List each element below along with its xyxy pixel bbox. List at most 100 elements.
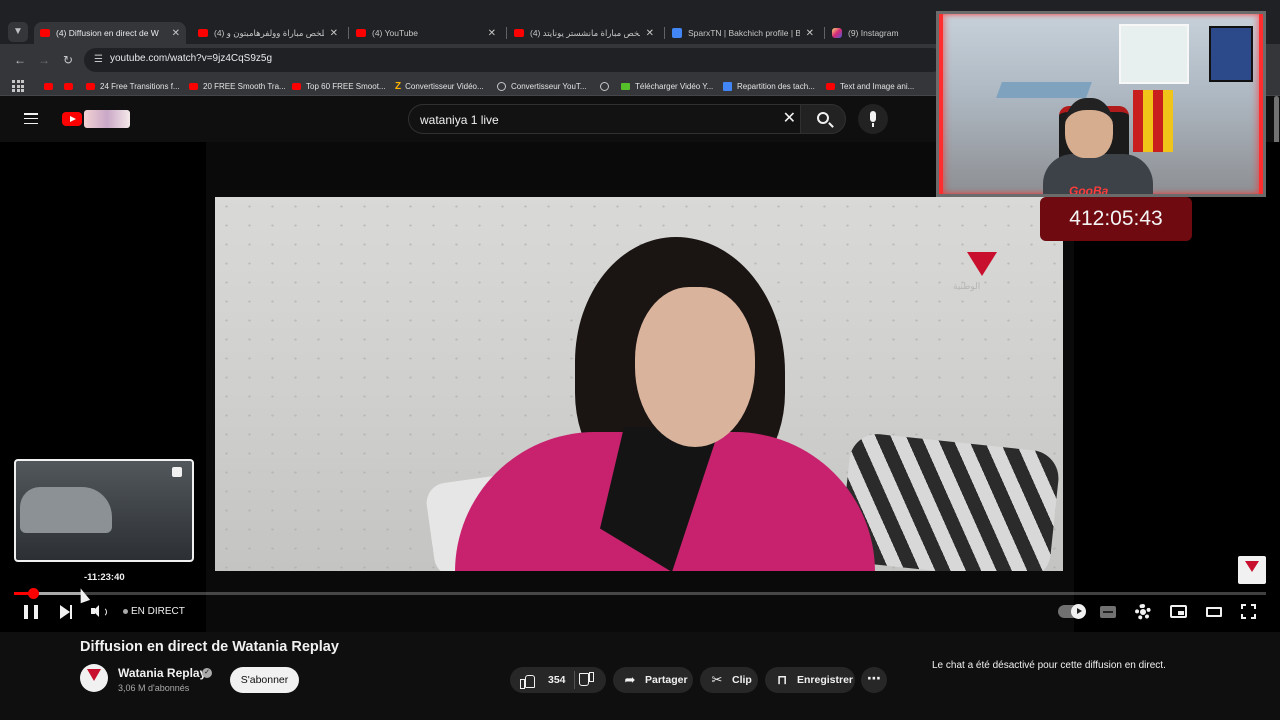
browser-tab-1[interactable]: (4) Diffusion en direct de W ✕ bbox=[34, 22, 186, 44]
youtube-icon bbox=[64, 82, 73, 90]
theater-mode-icon[interactable] bbox=[1206, 607, 1222, 617]
reload-icon[interactable]: ↻ bbox=[60, 52, 76, 68]
forward-arrow-icon[interactable]: → bbox=[36, 52, 52, 68]
channel-name[interactable]: Watania Replay bbox=[118, 666, 206, 680]
chat-disabled-message: Le chat a été désactivé pour cette diffu… bbox=[932, 660, 1166, 671]
close-icon[interactable]: ✕ bbox=[330, 28, 338, 39]
bookmark-item[interactable]: Convertisseur YouT... bbox=[497, 79, 587, 93]
browser-tab-6[interactable]: (9) Instagram bbox=[826, 22, 934, 44]
fullscreen-icon[interactable] bbox=[1241, 604, 1256, 619]
webcam-streamer-face bbox=[1065, 98, 1113, 158]
apps-grid-icon[interactable] bbox=[12, 80, 24, 92]
youtube-icon bbox=[292, 82, 301, 90]
z-icon: Z bbox=[395, 80, 402, 92]
bookmark-item[interactable] bbox=[64, 79, 78, 93]
save-button[interactable]: ⊓ Enregistrer bbox=[765, 667, 855, 693]
bookmark-label: Convertisseur YouT... bbox=[511, 81, 587, 91]
channel-avatar[interactable] bbox=[80, 664, 108, 692]
autoplay-toggle[interactable] bbox=[1058, 604, 1086, 619]
webcam-monitor bbox=[1209, 26, 1253, 82]
live-indicator-dot bbox=[123, 609, 128, 614]
thumbs-up-icon bbox=[520, 674, 535, 689]
clear-search-icon[interactable]: ✕ bbox=[783, 110, 796, 128]
share-label: Partager bbox=[645, 674, 688, 686]
close-icon[interactable]: ✕ bbox=[172, 28, 180, 39]
tab-divider bbox=[506, 27, 507, 39]
like-count: 354 bbox=[548, 674, 566, 686]
webcam-flag bbox=[1133, 90, 1173, 152]
seek-preview-thumbnail bbox=[14, 459, 194, 562]
close-icon[interactable]: ✕ bbox=[646, 28, 654, 39]
settings-gear-icon[interactable] bbox=[1135, 604, 1151, 620]
youtube-doodle[interactable] bbox=[84, 110, 130, 128]
like-divider bbox=[574, 671, 575, 689]
channel-logo-text: الوطنية bbox=[953, 281, 981, 291]
youtube-icon bbox=[86, 82, 95, 90]
bookmark-item[interactable]: Text and Image ani... bbox=[826, 79, 914, 93]
bookmark-item[interactable] bbox=[600, 79, 614, 93]
address-bar[interactable]: ☰ youtube.com/watch?v=9jz4CqS9z5g bbox=[84, 48, 944, 72]
bookmark-item[interactable]: 24 Free Transitions f... bbox=[86, 79, 180, 93]
bookmark-item[interactable]: 20 FREE Smooth Tra... bbox=[189, 79, 286, 93]
miniplayer-icon[interactable] bbox=[1170, 605, 1187, 618]
webcam-light-right bbox=[1259, 14, 1263, 194]
preview-car bbox=[20, 487, 112, 533]
webcam-window bbox=[1119, 24, 1189, 84]
sparx-icon bbox=[672, 28, 682, 38]
search-input[interactable]: wataniya 1 live ✕ bbox=[408, 104, 806, 134]
youtube-logo-icon[interactable] bbox=[62, 112, 82, 126]
live-label[interactable]: EN DIRECT bbox=[131, 606, 185, 617]
scissors-icon: ✂ bbox=[711, 672, 723, 687]
back-arrow-icon[interactable]: ← bbox=[12, 52, 28, 68]
site-info-icon[interactable]: ☰ bbox=[94, 54, 106, 66]
video-frame[interactable]: الوطنية bbox=[215, 197, 1063, 571]
bookmark-item[interactable]: Télécharger Vidéo Y... bbox=[621, 79, 713, 93]
bookmark-item[interactable]: Repartition des tach... bbox=[723, 79, 815, 93]
youtube-icon bbox=[198, 29, 208, 37]
webcam-light-left bbox=[939, 14, 943, 194]
browser-tab-3[interactable]: (4) YouTube ✕ bbox=[350, 22, 502, 44]
doc-icon bbox=[723, 81, 732, 91]
close-icon[interactable]: ✕ bbox=[488, 28, 496, 39]
subscribe-button[interactable]: S'abonner bbox=[230, 667, 299, 693]
youtube-icon bbox=[514, 29, 524, 37]
menu-icon[interactable] bbox=[24, 113, 38, 124]
tab-search-icon[interactable]: ▼ bbox=[8, 22, 28, 42]
webcam-overlay: GooBa bbox=[936, 11, 1266, 197]
globe-icon bbox=[600, 81, 609, 91]
search-button[interactable] bbox=[800, 104, 846, 134]
browser-tab-5[interactable]: SparxTN | Bakchich profile | Bak ✕ bbox=[666, 22, 820, 44]
tab-title: (4) Diffusion en direct de W bbox=[56, 28, 159, 38]
search-query[interactable]: wataniya 1 live bbox=[420, 113, 499, 127]
bookmark-item[interactable]: Z Convertisseur Vidéo... bbox=[395, 79, 484, 93]
more-actions-icon[interactable]: ⋯ bbox=[861, 667, 887, 693]
tab-title: (9) Instagram bbox=[848, 28, 899, 38]
share-button[interactable]: ➦ Partager bbox=[613, 667, 693, 693]
video-title: Diffusion en direct de Watania Replay bbox=[80, 639, 339, 655]
bookmark-item[interactable]: Top 60 FREE Smoot... bbox=[292, 79, 386, 93]
like-button[interactable]: 354 bbox=[510, 667, 606, 693]
close-icon[interactable]: ✕ bbox=[806, 28, 814, 39]
thumbs-down-icon[interactable] bbox=[580, 674, 594, 687]
channel-watermark-icon[interactable] bbox=[1238, 556, 1266, 584]
save-label: Enregistrer bbox=[797, 674, 854, 686]
webcam-table bbox=[996, 82, 1092, 98]
tab-divider bbox=[824, 27, 825, 39]
progress-bar[interactable] bbox=[14, 588, 1266, 599]
microphone-icon bbox=[870, 111, 876, 127]
share-arrow-icon: ➦ bbox=[624, 672, 636, 687]
bookmark-label: Repartition des tach... bbox=[737, 81, 815, 91]
clip-button[interactable]: ✂ Clip bbox=[700, 667, 758, 693]
voice-search-button[interactable] bbox=[858, 104, 888, 134]
bookmark-item[interactable] bbox=[44, 79, 58, 93]
url-text[interactable]: youtube.com/watch?v=9jz4CqS9z5g bbox=[110, 53, 272, 64]
youtube-icon bbox=[189, 82, 198, 90]
browser-tab-2[interactable]: (4) ملخص مباراة وولفرهامبتون و ✕ bbox=[192, 22, 344, 44]
pause-icon[interactable] bbox=[24, 602, 38, 622]
browser-tab-4[interactable]: (4) ملخص مباراة مانشستر يونايتد ✕ bbox=[508, 22, 660, 44]
next-icon[interactable] bbox=[58, 602, 74, 622]
bookmark-label: Convertisseur Vidéo... bbox=[405, 81, 484, 91]
bookmark-label: 20 FREE Smooth Tra... bbox=[203, 81, 286, 91]
subtitles-icon[interactable] bbox=[1100, 606, 1116, 618]
scrubber-handle[interactable] bbox=[27, 588, 39, 599]
